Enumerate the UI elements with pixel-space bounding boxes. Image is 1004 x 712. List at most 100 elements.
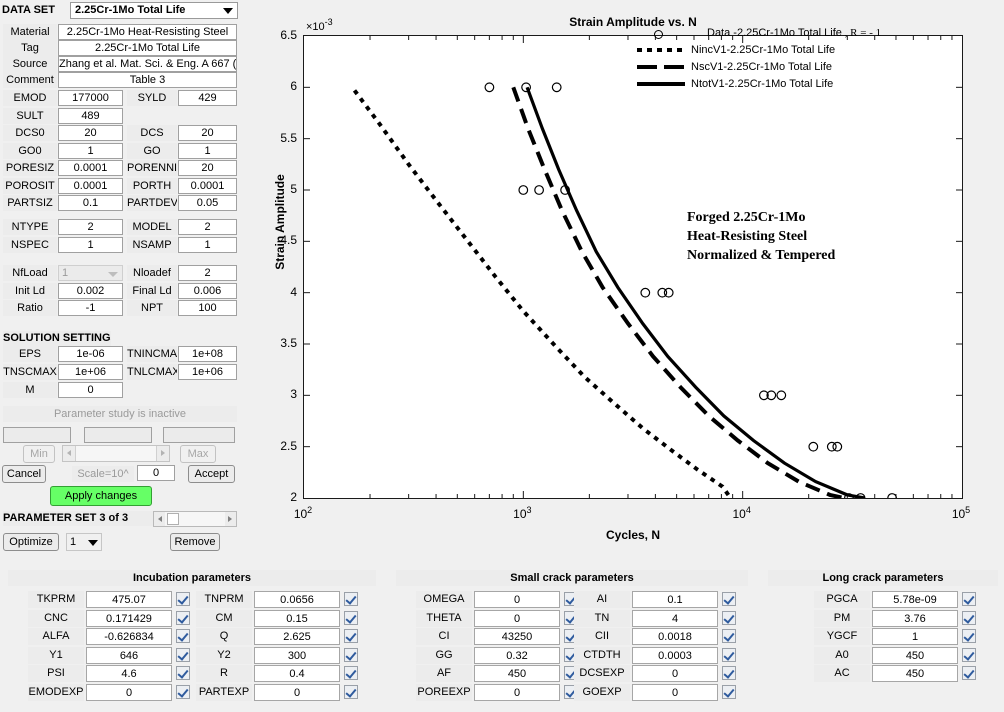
- param-field-ai[interactable]: 0.1: [632, 591, 718, 608]
- field-sult[interactable]: 489: [58, 107, 123, 124]
- field-poresiz[interactable]: 0.0001: [58, 160, 123, 176]
- param-field-dcsexp[interactable]: 0: [632, 665, 718, 682]
- param-study-field-3[interactable]: [163, 427, 235, 443]
- info-field-comment[interactable]: Table 3: [58, 72, 237, 88]
- param-checkbox-cm[interactable]: [344, 610, 358, 625]
- apply-changes-button[interactable]: Apply changes: [50, 486, 152, 506]
- optimize-button[interactable]: Optimize: [3, 533, 59, 551]
- max-button[interactable]: Max: [180, 445, 216, 463]
- scrollbar-thumb[interactable]: [167, 513, 179, 525]
- field-nspec[interactable]: 1: [58, 237, 123, 253]
- field-tnincmax[interactable]: 1e+08: [178, 346, 237, 362]
- param-field-ac[interactable]: 450: [872, 665, 958, 682]
- param-field-omega[interactable]: 0: [474, 591, 560, 608]
- field-model[interactable]: 2: [178, 219, 237, 235]
- field-porenni[interactable]: 20: [178, 160, 237, 176]
- param-checkbox-q[interactable]: [344, 629, 358, 643]
- param-study-field-1[interactable]: [3, 427, 71, 443]
- param-field-ygcf[interactable]: 1: [872, 628, 958, 645]
- param-checkbox-ai[interactable]: [722, 592, 736, 606]
- param-checkbox-ctdth[interactable]: [722, 647, 736, 662]
- param-field-a0[interactable]: 450: [872, 646, 958, 664]
- param-field-ci[interactable]: 43250: [474, 628, 560, 645]
- param-field-goexp[interactable]: 0: [632, 683, 718, 701]
- field-ratio[interactable]: -1: [58, 300, 123, 316]
- field-eps[interactable]: 1e-06: [58, 346, 123, 362]
- info-field-tag[interactable]: 2.25Cr-1Mo Total Life: [58, 40, 237, 56]
- param-checkbox-alfa[interactable]: [176, 629, 190, 643]
- param-field-tn[interactable]: 4: [632, 609, 718, 627]
- field-tnscmax[interactable]: 1e+06: [58, 364, 123, 380]
- param-field-cm[interactable]: 0.15: [254, 609, 340, 627]
- param-field-af[interactable]: 450: [474, 665, 560, 682]
- param-checkbox-partexp[interactable]: [344, 684, 358, 699]
- dataset-dropdown[interactable]: 2.25Cr-1Mo Total Life: [70, 2, 238, 19]
- field-npt[interactable]: 100: [178, 300, 237, 316]
- param-field-ctdth[interactable]: 0.0003: [632, 646, 718, 664]
- info-field-material[interactable]: 2.25Cr-1Mo Heat-Resisting Steel: [58, 24, 237, 40]
- field-ntype[interactable]: 2: [58, 219, 123, 235]
- param-checkbox-cnc[interactable]: [176, 610, 190, 625]
- param-checkbox-dcsexp[interactable]: [722, 666, 736, 680]
- param-checkbox-pgca[interactable]: [962, 592, 976, 606]
- field-final-ld[interactable]: 0.006: [178, 283, 237, 299]
- param-field-emodexp[interactable]: 0: [86, 683, 172, 701]
- param-field-r[interactable]: 0.4: [254, 665, 340, 682]
- field-init-ld[interactable]: 0.002: [58, 283, 123, 299]
- param-checkbox-ac[interactable]: [962, 666, 976, 680]
- param-field-tnprm[interactable]: 0.0656: [254, 591, 340, 608]
- param-checkbox-psi[interactable]: [176, 666, 190, 680]
- scrollbar-right-arrow-icon[interactable]: [225, 512, 236, 526]
- scrollbar-left-arrow-icon[interactable]: [154, 512, 165, 526]
- param-checkbox-tkprm[interactable]: [176, 592, 190, 606]
- param-checkbox-r[interactable]: [344, 666, 358, 680]
- param-field-partexp[interactable]: 0: [254, 683, 340, 701]
- param-field-cnc[interactable]: 0.171429: [86, 609, 172, 627]
- param-checkbox-tnprm[interactable]: [344, 592, 358, 606]
- param-field-poreexp[interactable]: 0: [474, 683, 560, 701]
- param-field-psi[interactable]: 4.6: [86, 665, 172, 682]
- field-partdev[interactable]: 0.05: [178, 195, 237, 211]
- field-porosit[interactable]: 0.0001: [58, 177, 123, 194]
- param-field-y2[interactable]: 300: [254, 646, 340, 664]
- scale-value-field[interactable]: 0: [137, 465, 175, 481]
- param-checkbox-goexp[interactable]: [722, 684, 736, 699]
- remove-button[interactable]: Remove: [170, 533, 220, 551]
- slider-left-arrow-icon[interactable]: [63, 446, 76, 461]
- field-syld[interactable]: 429: [178, 90, 237, 106]
- param-field-tkprm[interactable]: 475.07: [86, 591, 172, 608]
- min-button[interactable]: Min: [23, 445, 55, 463]
- parameter-set-scrollbar[interactable]: [153, 511, 237, 527]
- param-checkbox-y2[interactable]: [344, 647, 358, 662]
- field-m[interactable]: 0: [58, 382, 123, 398]
- param-field-cii[interactable]: 0.0018: [632, 628, 718, 645]
- field-nsamp[interactable]: 1: [178, 237, 237, 253]
- param-checkbox-pm[interactable]: [962, 610, 976, 625]
- param-study-field-2[interactable]: [84, 427, 152, 443]
- param-study-slider[interactable]: [62, 445, 170, 462]
- param-checkbox-a0[interactable]: [962, 647, 976, 662]
- param-field-theta[interactable]: 0: [474, 609, 560, 627]
- field-emod[interactable]: 177000: [58, 90, 123, 106]
- param-checkbox-emodexp[interactable]: [176, 684, 190, 699]
- param-field-alfa[interactable]: -0.626834: [86, 628, 172, 645]
- field-dcs[interactable]: 20: [178, 125, 237, 141]
- param-checkbox-ygcf[interactable]: [962, 629, 976, 643]
- field-tnlcmax[interactable]: 1e+06: [178, 364, 237, 380]
- param-field-pgca[interactable]: 5.78e-09: [872, 591, 958, 608]
- field-go0[interactable]: 1: [58, 142, 123, 159]
- field-porth[interactable]: 0.0001: [178, 177, 237, 194]
- field-partsiz[interactable]: 0.1: [58, 195, 123, 211]
- param-checkbox-y1[interactable]: [176, 647, 190, 662]
- accept-button[interactable]: Accept: [188, 465, 235, 483]
- param-field-y1[interactable]: 646: [86, 646, 172, 664]
- field-go[interactable]: 1: [178, 142, 237, 159]
- param-field-pm[interactable]: 3.76: [872, 609, 958, 627]
- field-nloadef[interactable]: 2: [178, 265, 237, 281]
- nfload-dropdown[interactable]: 1: [58, 265, 123, 281]
- param-field-gg[interactable]: 0.32: [474, 646, 560, 664]
- slider-right-arrow-icon[interactable]: [156, 446, 169, 461]
- cancel-button[interactable]: Cancel: [2, 465, 46, 483]
- info-field-source[interactable]: Zhang et al. Mat. Sci. & Eng. A 667 (: [58, 56, 237, 72]
- param-checkbox-cii[interactable]: [722, 629, 736, 643]
